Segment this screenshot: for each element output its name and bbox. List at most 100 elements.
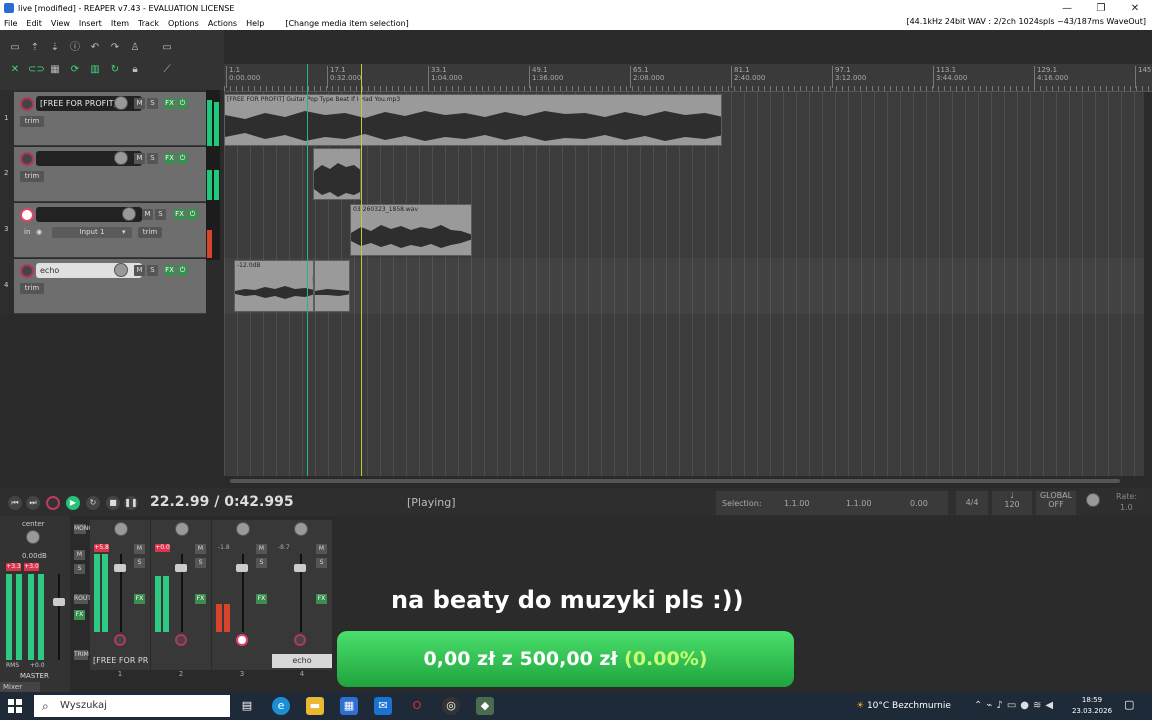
volume-knob[interactable] [114, 151, 128, 165]
mute-button[interactable]: M [134, 265, 145, 276]
horizontal-scrollbar[interactable] [224, 476, 1144, 486]
fx-bypass-icon[interactable]: ⏻ [177, 153, 188, 164]
new-project-icon[interactable]: ▭ [8, 42, 22, 54]
mute-button[interactable]: M [256, 544, 267, 554]
menu-actions[interactable]: Actions [208, 19, 237, 28]
notification-icon[interactable]: ▢ [1124, 698, 1138, 712]
playrate-knob[interactable] [1086, 493, 1100, 507]
mute-button[interactable]: M [195, 544, 206, 554]
volume-fader[interactable] [294, 564, 306, 572]
task-view-icon[interactable]: ▤ [238, 697, 256, 715]
volume-knob[interactable] [114, 263, 128, 277]
reaper-taskbar-icon[interactable]: ◆ [476, 697, 494, 715]
opera-icon[interactable]: O [408, 697, 426, 715]
volume-knob[interactable] [122, 207, 136, 221]
envelope-button[interactable]: trim [20, 171, 44, 182]
windows-start-icon[interactable] [8, 699, 22, 713]
media-item[interactable] [313, 148, 361, 200]
chevron-up-icon[interactable]: ⌃ [974, 700, 986, 711]
record-arm-button[interactable] [236, 634, 248, 646]
volume-fader[interactable] [114, 564, 126, 572]
time-display[interactable]: 22.2.99 / 0:42.995 [150, 494, 294, 510]
master-pan-knob[interactable] [26, 530, 40, 544]
taskbar-search[interactable]: ⌕ Wyszukaj [34, 695, 230, 717]
track-header-1[interactable]: 1 [FREE FOR PROFIT] M S FX ⏻ trim [4, 92, 206, 146]
rate-value[interactable]: 1.0 [1120, 503, 1133, 512]
record-arm-button[interactable] [20, 208, 34, 222]
go-to-start-icon[interactable]: ⏮ [8, 496, 22, 510]
master-strip[interactable]: center 0.00dB +3.3 +3.0 RMS +0.0 MASTER [0, 516, 70, 692]
mixer-strip-2[interactable]: +0.0 M S FX [151, 520, 211, 670]
fx-button[interactable]: FX [316, 594, 327, 604]
pan-knob[interactable] [294, 522, 308, 536]
mute-button[interactable]: M [316, 544, 327, 554]
solo-button[interactable]: S [147, 98, 158, 109]
grid-toggle-icon[interactable]: ✕ [8, 64, 22, 76]
solo-button[interactable]: S [155, 209, 166, 220]
mono-button[interactable]: MONO [74, 524, 93, 534]
fx-bypass-icon[interactable]: ⏻ [177, 98, 188, 109]
mixer-strip-name[interactable]: [FREE FOR PR [90, 654, 270, 668]
envelope-button[interactable]: trim [138, 227, 162, 238]
obs-icon[interactable]: ◎ [442, 697, 460, 715]
volume-icon[interactable]: ♪ [996, 700, 1006, 711]
maximize-button[interactable]: ❐ [1084, 3, 1118, 14]
fx-button[interactable]: FX [164, 265, 175, 276]
mixer-strip-4[interactable]: -8.7 M S FX [272, 520, 332, 670]
master-solo-button[interactable]: S [74, 564, 85, 574]
fx-button[interactable]: FX [174, 209, 185, 220]
bpm-box[interactable]: ♩ 120 [992, 491, 1032, 515]
mute-button[interactable]: M [134, 98, 145, 109]
solo-button[interactable]: S [256, 558, 267, 568]
fx-button[interactable]: FX [164, 98, 175, 109]
master-mute-button[interactable]: M [74, 550, 85, 560]
mic-icon[interactable]: ● [1020, 700, 1033, 711]
mixer-strip-3[interactable]: -1.8 M S FX [212, 520, 272, 670]
envelope-mode-icon[interactable]: ⟋ [160, 64, 174, 76]
record-arm-button[interactable] [20, 264, 34, 278]
mixer-strip-name[interactable]: echo [272, 654, 332, 668]
wifi-icon[interactable]: ≋ [1033, 700, 1045, 711]
master-fx-button[interactable]: FX [74, 610, 85, 620]
media-item[interactable]: [FREE FOR PROFIT] Guitar Pop Type Beat I… [224, 94, 722, 146]
track-header-4[interactable]: 4 echo M S FX ⏻ trim [4, 259, 206, 314]
time-signature[interactable]: 4/4 [956, 491, 988, 515]
fx-button[interactable]: FX [256, 594, 267, 604]
stop-icon[interactable]: ■ [106, 496, 120, 510]
mail-icon[interactable]: ✉ [374, 697, 392, 715]
lock-icon[interactable]: 🔒︎ [128, 64, 142, 76]
selection-length[interactable]: 0.00 [910, 499, 928, 508]
media-item[interactable]: 03-260323_1858.wav [350, 204, 472, 256]
input-select[interactable]: Input 1 [52, 227, 132, 238]
store-icon[interactable]: ▦ [340, 697, 358, 715]
selection-end[interactable]: 1.1.00 [846, 499, 871, 508]
close-button[interactable]: ✕ [1118, 3, 1152, 14]
pan-knob[interactable] [236, 522, 250, 536]
global-automation[interactable]: GLOBAL OFF [1036, 491, 1076, 515]
menu-options[interactable]: Options [168, 19, 199, 28]
arrange-view[interactable]: [FREE FOR PROFIT] Guitar Pop Type Beat I… [224, 92, 1144, 476]
fx-bypass-icon[interactable]: ⏻ [177, 265, 188, 276]
vertical-scrollbar[interactable] [1144, 92, 1152, 476]
system-tray[interactable]: ⌃⌁♪▭●≋◀ [974, 692, 1057, 720]
media-item[interactable]: -12.0dB [234, 260, 314, 312]
record-arm-button[interactable] [294, 634, 306, 646]
taskbar-clock[interactable]: 18:59 23.03.2026 [1068, 695, 1116, 717]
minimize-button[interactable]: — [1050, 3, 1084, 14]
menu-insert[interactable]: Insert [79, 19, 102, 28]
selection-start[interactable]: 1.1.00 [784, 499, 809, 508]
mixer-tab[interactable]: Mixer [0, 682, 40, 692]
volume-fader[interactable] [175, 564, 187, 572]
weather-widget[interactable]: ☀ 10°C Bezchmurnie [856, 692, 951, 720]
track-header-2[interactable]: 2 M S FX ⏻ trim [4, 147, 206, 202]
audio-device-info[interactable]: [44.1kHz 24bit WAV : 2/2ch 1024spls ~43/… [906, 17, 1146, 26]
mute-button[interactable]: M [134, 544, 145, 554]
edge-icon[interactable]: e [272, 697, 290, 715]
ripple-edit-icon[interactable]: ⟳ [68, 64, 82, 76]
toolbar-blank-icon[interactable]: ▭ [160, 42, 174, 54]
record-arm-button[interactable] [175, 634, 187, 646]
snap-icon[interactable]: ▥ [88, 64, 102, 76]
solo-button[interactable]: S [195, 558, 206, 568]
trim-button[interactable]: TRIM [74, 650, 89, 660]
record-arm-button[interactable] [20, 97, 34, 111]
